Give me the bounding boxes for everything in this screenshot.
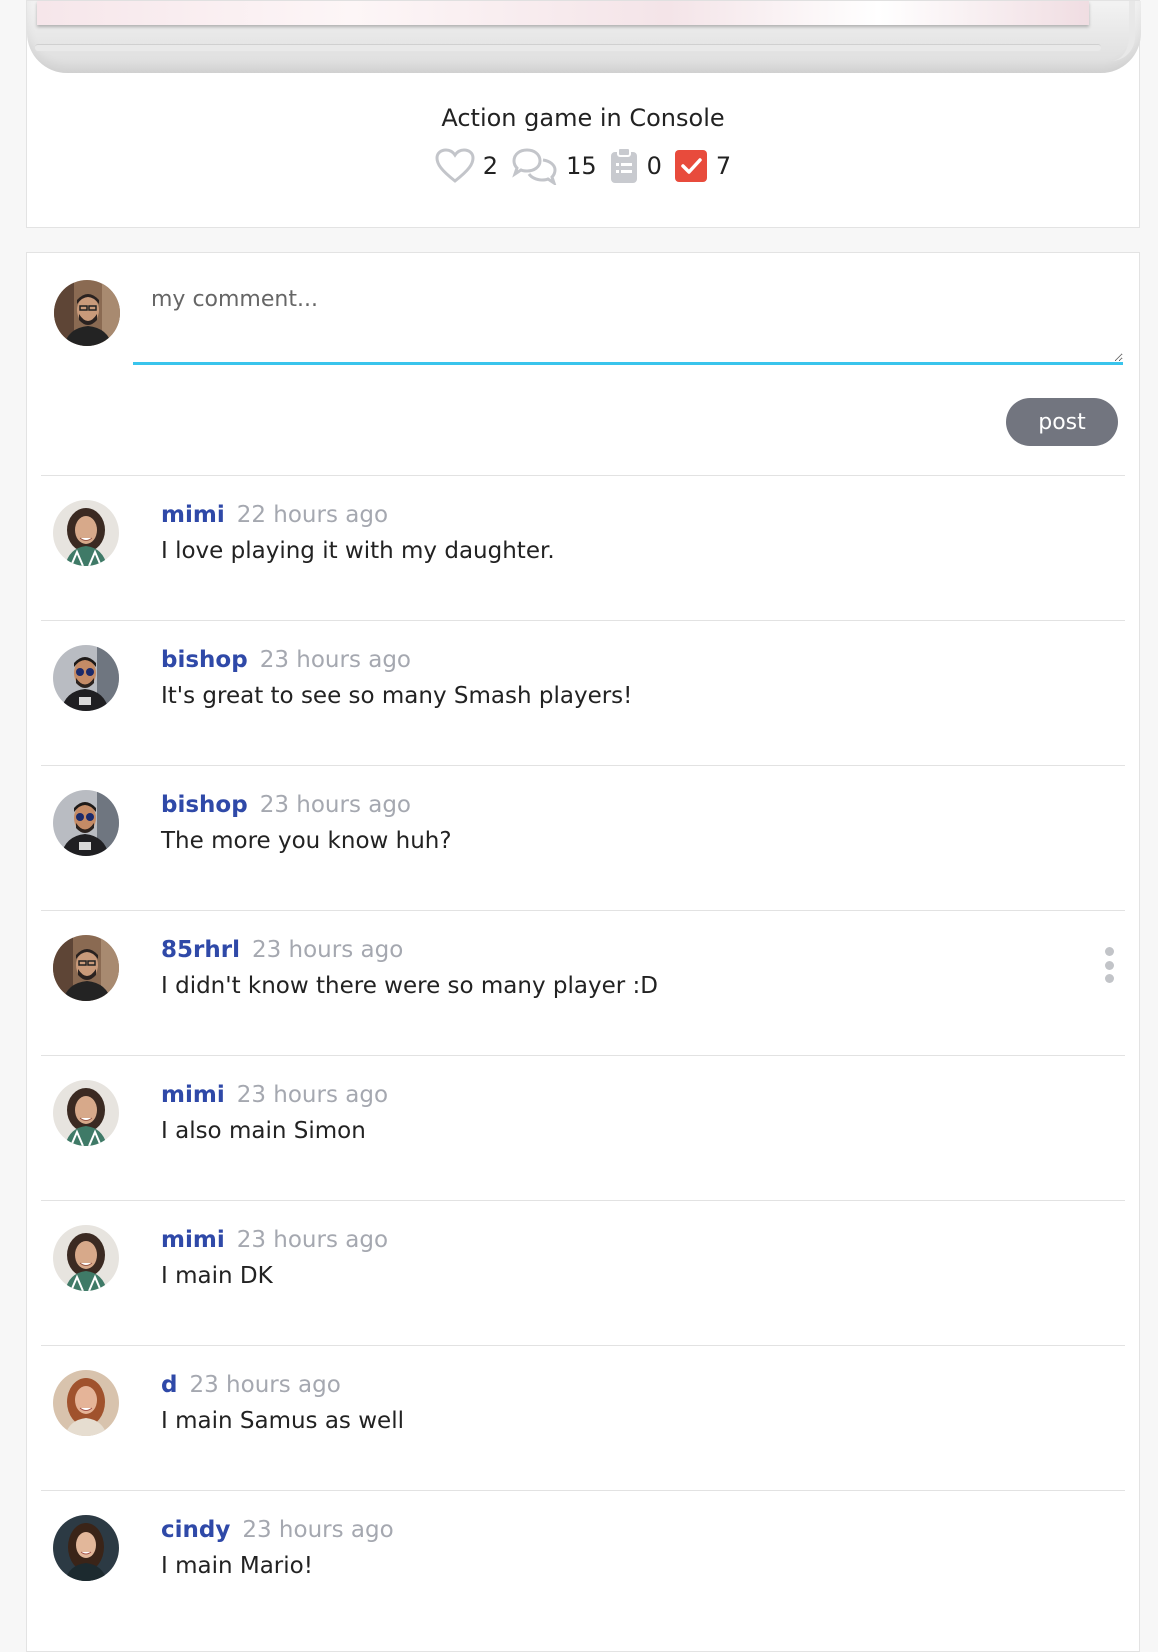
console-rail — [35, 44, 1101, 51]
comment-time: 23 hours ago — [259, 647, 412, 673]
comment-author[interactable]: mimi — [161, 1082, 225, 1108]
comment-text: I also main Simon — [161, 1118, 366, 1144]
comment-text: I main Mario! — [161, 1553, 313, 1579]
comment-text: I main Samus as well — [161, 1408, 404, 1434]
comment-time: 23 hours ago — [251, 937, 404, 963]
curly-hair-woman-avatar[interactable] — [53, 500, 119, 566]
heart-icon[interactable] — [435, 148, 475, 184]
comment-meta: cindy 23 hours ago — [161, 1517, 394, 1543]
comment-item: d 23 hours ago I main Samus as well — [41, 1345, 1125, 1490]
comment-author[interactable]: bishop — [161, 792, 248, 818]
comment-item: bishop 23 hours ago It's great to see so… — [41, 620, 1125, 765]
comment-author[interactable]: 85rhrl — [161, 937, 240, 963]
comment-text: I main DK — [161, 1263, 273, 1289]
comment-item: bishop 23 hours ago The more you know hu… — [41, 765, 1125, 910]
bearded-man-avatar — [54, 280, 120, 346]
comment-item: 85rhrl 23 hours ago I didn't know there … — [41, 910, 1125, 1055]
clipboard-count: 0 — [646, 152, 662, 180]
comment-time: 23 hours ago — [236, 1082, 389, 1108]
comment-time: 23 hours ago — [189, 1372, 341, 1398]
curly-hair-woman-avatar[interactable] — [53, 1080, 119, 1146]
comment-time: 23 hours ago — [259, 792, 412, 818]
comment-meta: d 23 hours ago — [161, 1372, 341, 1398]
comment-meta: bishop 23 hours ago — [161, 647, 411, 673]
comment-author[interactable]: cindy — [161, 1517, 230, 1543]
comment-meta: mimi 23 hours ago — [161, 1082, 388, 1108]
post-button[interactable]: post — [1006, 398, 1118, 446]
like-count: 2 — [482, 152, 499, 180]
console-screen — [37, 1, 1089, 25]
console-image — [27, 1, 1141, 73]
comment-time: 22 hours ago — [236, 502, 389, 528]
comment-text: The more you know huh? — [161, 828, 452, 854]
comment-text: I didn't know there were so many player … — [161, 973, 658, 999]
comment-item: cindy 23 hours ago I main Mario! — [41, 1490, 1125, 1635]
comment-text: It's great to see so many Smash players! — [161, 683, 633, 709]
checkbox-checked-icon[interactable] — [674, 149, 708, 183]
bearded-man-avatar[interactable] — [53, 935, 119, 1001]
comment-input[interactable] — [133, 265, 1123, 365]
comment-item: mimi 23 hours ago I main DK — [41, 1200, 1125, 1345]
comment-time: 23 hours ago — [242, 1517, 394, 1543]
comment-meta: mimi 23 hours ago — [161, 1227, 388, 1253]
menu-dot — [1104, 974, 1114, 983]
game-card: Action game in Console 2 15 0 7 — [26, 0, 1141, 228]
comment-meta: bishop 23 hours ago — [161, 792, 411, 818]
sunglasses-man-avatar[interactable] — [53, 790, 119, 856]
comments-icon[interactable] — [510, 147, 558, 185]
comment-stat[interactable]: 15 — [510, 147, 597, 185]
comment-meta: 85rhrl 23 hours ago — [161, 937, 403, 963]
clipboard-stat[interactable]: 0 — [609, 147, 662, 185]
red-hair-woman-avatar[interactable] — [53, 1370, 119, 1436]
comment-author[interactable]: d — [161, 1372, 177, 1398]
console-edge — [1101, 1, 1135, 61]
dark-hair-woman-avatar[interactable] — [53, 1515, 119, 1581]
comment-count: 15 — [566, 152, 597, 180]
comment-author[interactable]: mimi — [161, 502, 225, 528]
comment-time: 23 hours ago — [236, 1227, 389, 1253]
menu-dot — [1104, 947, 1114, 956]
comment-list: mimi 22 hours ago I love playing it with… — [41, 475, 1125, 1635]
game-title: Action game in Console — [441, 104, 725, 132]
comment-text: I love playing it with my daughter. — [161, 538, 555, 564]
checked-stat[interactable]: 7 — [674, 149, 731, 183]
comments-card: post mimi 22 hours ago I love playing it… — [26, 252, 1140, 1652]
curly-hair-woman-avatar[interactable] — [53, 1225, 119, 1291]
sunglasses-man-avatar[interactable] — [53, 645, 119, 711]
menu-dot — [1104, 960, 1114, 970]
comment-author[interactable]: bishop — [161, 647, 248, 673]
comment-author[interactable]: mimi — [161, 1227, 225, 1253]
comment-meta: mimi 22 hours ago — [161, 502, 388, 528]
checked-count: 7 — [715, 152, 732, 180]
more-options-icon[interactable] — [1099, 947, 1119, 983]
post-stats: 2 15 0 7 — [27, 147, 1139, 185]
like-stat[interactable]: 2 — [435, 148, 498, 184]
clipboard-icon[interactable] — [609, 147, 639, 185]
comment-item: mimi 23 hours ago I also main Simon — [41, 1055, 1125, 1200]
comment-item: mimi 22 hours ago I love playing it with… — [41, 475, 1125, 620]
